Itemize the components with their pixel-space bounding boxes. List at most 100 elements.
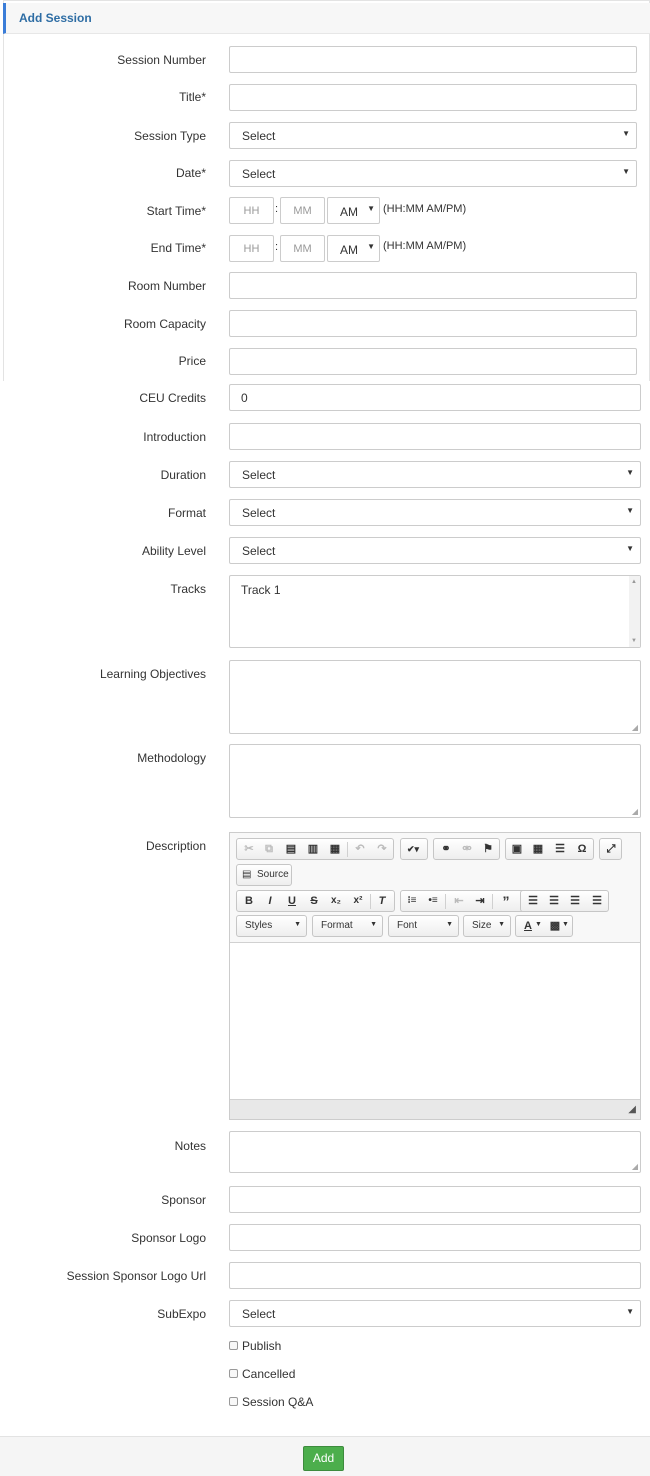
end-hour-placeholder: HH bbox=[243, 243, 260, 255]
start-minute-placeholder: MM bbox=[293, 205, 312, 217]
title-input[interactable] bbox=[229, 84, 637, 111]
room-number-input[interactable] bbox=[229, 272, 637, 299]
session-qa-label[interactable]: Session Q&A bbox=[242, 1395, 313, 1409]
justify-icon[interactable]: ☰ bbox=[588, 893, 606, 909]
chevron-down-icon: ▼ bbox=[626, 544, 634, 553]
table-icon[interactable]: ▦ bbox=[529, 841, 547, 857]
spellcheck-icon[interactable]: ✔▾ bbox=[404, 841, 422, 857]
start-ampm-select[interactable]: AM ▼ bbox=[327, 197, 380, 224]
start-minute-input[interactable]: MM bbox=[280, 197, 325, 224]
ability-level-select[interactable]: Select ▼ bbox=[229, 537, 641, 564]
font-combo[interactable]: Font ▼ bbox=[388, 915, 459, 937]
session-qa-checkbox[interactable] bbox=[229, 1397, 238, 1406]
alignment-group: ☰ ☰ ☰ ☰ bbox=[520, 890, 609, 912]
size-combo[interactable]: Size ▼ bbox=[463, 915, 511, 937]
special-char-icon[interactable]: Ω bbox=[573, 841, 591, 857]
source-group[interactable]: ▤ Source bbox=[236, 864, 292, 886]
link-icon[interactable]: ⚭ bbox=[437, 841, 455, 857]
format-combo[interactable]: Format ▼ bbox=[312, 915, 383, 937]
ceu-credits-input[interactable]: 0 bbox=[229, 384, 641, 411]
notes-textarea[interactable]: ◢ bbox=[229, 1131, 641, 1173]
outdent-icon[interactable]: ⇤ bbox=[450, 893, 468, 909]
add-button[interactable]: Add bbox=[303, 1446, 344, 1471]
scroll-down-icon: ▼ bbox=[631, 638, 637, 644]
sponsor-logo-url-input[interactable] bbox=[229, 1262, 641, 1289]
publish-checkbox[interactable] bbox=[229, 1341, 238, 1350]
form-footer: Add bbox=[0, 1436, 650, 1476]
subexpo-value: Select bbox=[242, 1307, 276, 1321]
session-type-select[interactable]: Select ▼ bbox=[229, 122, 637, 149]
chevron-down-icon: ▼ bbox=[367, 242, 375, 251]
styles-combo[interactable]: Styles ▼ bbox=[236, 915, 307, 937]
sponsor-input[interactable] bbox=[229, 1186, 641, 1213]
indent-icon[interactable]: ⇥ bbox=[471, 893, 489, 909]
editor-content-area[interactable] bbox=[230, 943, 640, 1099]
tracks-listbox[interactable]: Track 1 ▲ ▼ bbox=[229, 575, 641, 648]
format-value: Select bbox=[242, 506, 276, 520]
room-capacity-input[interactable] bbox=[229, 310, 637, 337]
chevron-down-icon: ▼ bbox=[626, 1307, 634, 1316]
redo-icon[interactable]: ↷ bbox=[373, 841, 391, 857]
learning-objectives-textarea[interactable]: ◢ bbox=[229, 660, 641, 734]
paste-word-icon[interactable]: ▦ bbox=[326, 841, 344, 857]
strike-icon[interactable]: S bbox=[305, 893, 323, 909]
superscript-icon[interactable]: x² bbox=[349, 893, 367, 909]
publish-label[interactable]: Publish bbox=[242, 1339, 281, 1353]
copy-icon[interactable]: ⧉ bbox=[260, 841, 278, 857]
maximize-icon[interactable]: ⤢ bbox=[602, 841, 620, 857]
image-icon[interactable]: ▣ bbox=[508, 841, 526, 857]
cancelled-checkbox[interactable] bbox=[229, 1369, 238, 1378]
cancelled-label[interactable]: Cancelled bbox=[242, 1367, 295, 1381]
end-ampm-select[interactable]: AM ▼ bbox=[327, 235, 380, 262]
methodology-label: Methodology bbox=[137, 751, 206, 765]
paste-icon[interactable]: ▤ bbox=[282, 841, 300, 857]
undo-icon[interactable]: ↶ bbox=[351, 841, 369, 857]
methodology-textarea[interactable]: ◢ bbox=[229, 744, 641, 818]
price-input[interactable] bbox=[229, 348, 637, 375]
start-time-label: Start Time* bbox=[146, 204, 206, 218]
duration-select[interactable]: Select ▼ bbox=[229, 461, 641, 488]
session-number-input[interactable] bbox=[229, 46, 637, 73]
italic-icon[interactable]: I bbox=[261, 893, 279, 909]
remove-format-icon[interactable]: T bbox=[373, 893, 391, 909]
underline-icon[interactable]: U bbox=[283, 893, 301, 909]
learning-objectives-label: Learning Objectives bbox=[99, 667, 206, 681]
anchor-icon[interactable]: ⚑ bbox=[479, 841, 497, 857]
resize-grip-icon[interactable]: ◢ bbox=[632, 1162, 638, 1171]
unlink-icon[interactable]: ⚮ bbox=[458, 841, 476, 857]
introduction-input[interactable] bbox=[229, 423, 641, 450]
start-hour-input[interactable]: HH bbox=[229, 197, 274, 224]
basic-styles-group: B I U S x₂ x² T bbox=[236, 890, 395, 912]
date-select[interactable]: Select ▼ bbox=[229, 160, 637, 187]
bold-icon[interactable]: B bbox=[240, 893, 258, 909]
align-right-icon[interactable]: ☰ bbox=[566, 893, 584, 909]
editor-footer: ◢ bbox=[230, 1099, 640, 1119]
color-group: A ▼ ▩ ▼ bbox=[515, 915, 573, 937]
resize-grip-icon[interactable]: ◢ bbox=[632, 723, 638, 732]
clipboard-group: ✂ ⧉ ▤ ▥ ▦ ↶ ↷ bbox=[236, 838, 394, 860]
paste-text-icon[interactable]: ▥ bbox=[304, 841, 322, 857]
numbered-list-icon[interactable]: ⁝≡ bbox=[403, 893, 421, 909]
cut-icon[interactable]: ✂ bbox=[240, 841, 258, 857]
bulleted-list-icon[interactable]: •≡ bbox=[424, 893, 442, 909]
chevron-down-icon: ▼ bbox=[626, 506, 634, 515]
align-center-icon[interactable]: ☰ bbox=[545, 893, 563, 909]
subscript-icon[interactable]: x₂ bbox=[327, 893, 345, 909]
end-hour-input[interactable]: HH bbox=[229, 235, 274, 262]
resize-grip-icon[interactable]: ◢ bbox=[628, 1104, 636, 1115]
subexpo-select[interactable]: Select ▼ bbox=[229, 1300, 641, 1327]
resize-grip-icon[interactable]: ◢ bbox=[632, 807, 638, 816]
blockquote-icon[interactable]: ” bbox=[497, 893, 515, 909]
align-left-icon[interactable]: ☰ bbox=[524, 893, 542, 909]
horizontal-rule-icon[interactable]: ☰ bbox=[551, 841, 569, 857]
font-combo-label: Font bbox=[397, 920, 418, 931]
format-select[interactable]: Select ▼ bbox=[229, 499, 641, 526]
spellcheck-group: ✔▾ bbox=[400, 838, 428, 860]
styles-combo-label: Styles bbox=[245, 920, 273, 931]
sponsor-logo-input[interactable] bbox=[229, 1224, 641, 1251]
end-minute-input[interactable]: MM bbox=[280, 235, 325, 262]
scroll-up-icon: ▲ bbox=[631, 579, 637, 585]
tracks-scrollbar[interactable]: ▲ ▼ bbox=[629, 576, 640, 647]
maximize-group: ⤢ bbox=[599, 838, 622, 860]
tracks-option[interactable]: Track 1 bbox=[241, 583, 281, 597]
